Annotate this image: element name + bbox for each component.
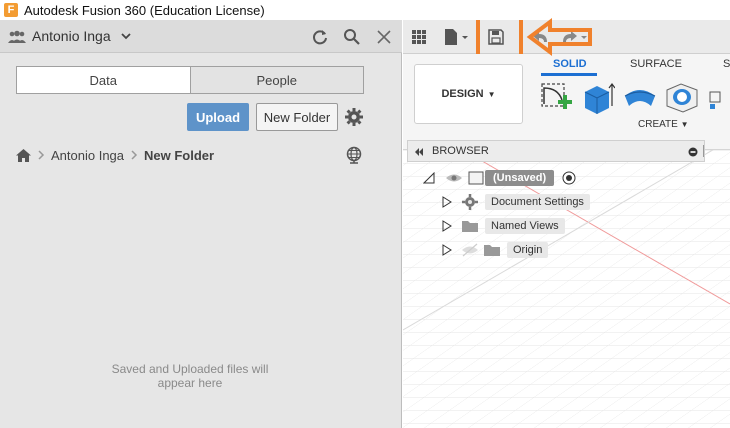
fusion-logo-icon: F <box>4 3 18 17</box>
window-title: Autodesk Fusion 360 (Education License) <box>24 2 265 18</box>
refresh-icon[interactable] <box>311 28 329 46</box>
data-panel-header: Antonio Inga <box>0 20 402 53</box>
gear-icon[interactable] <box>344 107 364 127</box>
tab-surface[interactable]: SURFACE <box>630 58 682 70</box>
breadcrumb: Antonio Inga New Folder <box>16 146 214 164</box>
browser-title: BROWSER <box>432 145 489 157</box>
data-panel: Antonio Inga Data People Upload New Fold… <box>0 20 402 428</box>
grid-menu-icon[interactable] <box>410 28 428 46</box>
breadcrumb-current: New Folder <box>144 147 215 163</box>
search-icon[interactable] <box>343 28 361 46</box>
user-name[interactable]: Antonio Inga <box>32 28 111 44</box>
pattern-icon[interactable] <box>708 80 730 114</box>
tree-label: Named Views <box>485 218 565 234</box>
design-workspace: DESIGN ▼ SOLID SURFACE S CREATE ▼ BROWSE… <box>403 20 730 428</box>
folder-icon <box>462 221 478 232</box>
create-sketch-icon[interactable] <box>540 80 574 114</box>
collapse-triangle-icon[interactable] <box>423 172 435 184</box>
home-icon[interactable] <box>16 148 31 162</box>
caret-down-icon: ▼ <box>487 89 496 99</box>
browser-node-named-views[interactable]: Named Views <box>441 216 565 236</box>
radio-target-icon[interactable] <box>562 171 576 185</box>
team-icon <box>8 30 26 43</box>
tab-data[interactable]: Data <box>17 67 190 93</box>
tab-solid[interactable]: SOLID <box>553 58 587 70</box>
component-icon <box>468 171 484 185</box>
save-highlight-frame <box>476 20 523 58</box>
chevron-right-icon <box>131 150 138 160</box>
upload-button[interactable]: Upload <box>187 103 249 131</box>
globe-icon[interactable] <box>345 146 363 164</box>
expand-triangle-icon[interactable] <box>441 196 453 208</box>
tree-label: Document Settings <box>485 194 590 210</box>
expand-triangle-icon[interactable] <box>441 244 453 256</box>
gear-icon <box>462 194 478 210</box>
folder-icon <box>484 245 500 256</box>
expand-triangle-icon[interactable] <box>441 220 453 232</box>
tab-sheet-metal[interactable]: S <box>723 58 730 70</box>
ribbon: DESIGN ▼ SOLID SURFACE S CREATE ▼ <box>403 54 730 150</box>
data-people-tabs: Data People <box>16 66 364 94</box>
browser-root-row[interactable]: (Unsaved) <box>423 168 576 188</box>
file-menu-icon[interactable] <box>443 28 471 46</box>
title-bar: F Autodesk Fusion 360 (Education License… <box>0 0 730 20</box>
chevron-right-icon <box>38 150 45 160</box>
panel-grip[interactable] <box>703 145 704 157</box>
document-root-label: (Unsaved) <box>485 170 555 186</box>
annotation-arrow-icon <box>526 18 592 56</box>
new-folder-button[interactable]: New Folder <box>256 103 338 131</box>
collapse-panel-icon[interactable] <box>414 147 424 157</box>
tab-people[interactable]: People <box>189 67 364 93</box>
minus-circle-icon[interactable] <box>688 147 698 157</box>
chevron-down-icon[interactable] <box>120 30 132 42</box>
hidden-eye-icon[interactable] <box>461 243 479 257</box>
breadcrumb-item[interactable]: Antonio Inga <box>51 148 124 163</box>
extrude-icon[interactable] <box>581 80 615 114</box>
tree-label: Origin <box>507 242 549 258</box>
visibility-eye-icon[interactable] <box>445 171 463 185</box>
hole-icon[interactable] <box>665 80 699 114</box>
browser-node-document-settings[interactable]: Document Settings <box>441 192 590 212</box>
browser-panel-header: BROWSER <box>407 140 705 162</box>
empty-state-message: Saved and Uploaded files will appear her… <box>111 362 269 390</box>
active-tab-indicator <box>541 73 597 76</box>
create-menu[interactable]: CREATE ▼ <box>638 119 689 130</box>
workspace-label: DESIGN <box>441 88 484 100</box>
browser-node-origin[interactable]: Origin <box>441 240 549 260</box>
caret-down-icon: ▼ <box>680 120 689 129</box>
revolve-icon[interactable] <box>623 80 657 114</box>
close-icon[interactable] <box>375 28 393 46</box>
workspace-switcher-button[interactable]: DESIGN ▼ <box>414 64 523 124</box>
